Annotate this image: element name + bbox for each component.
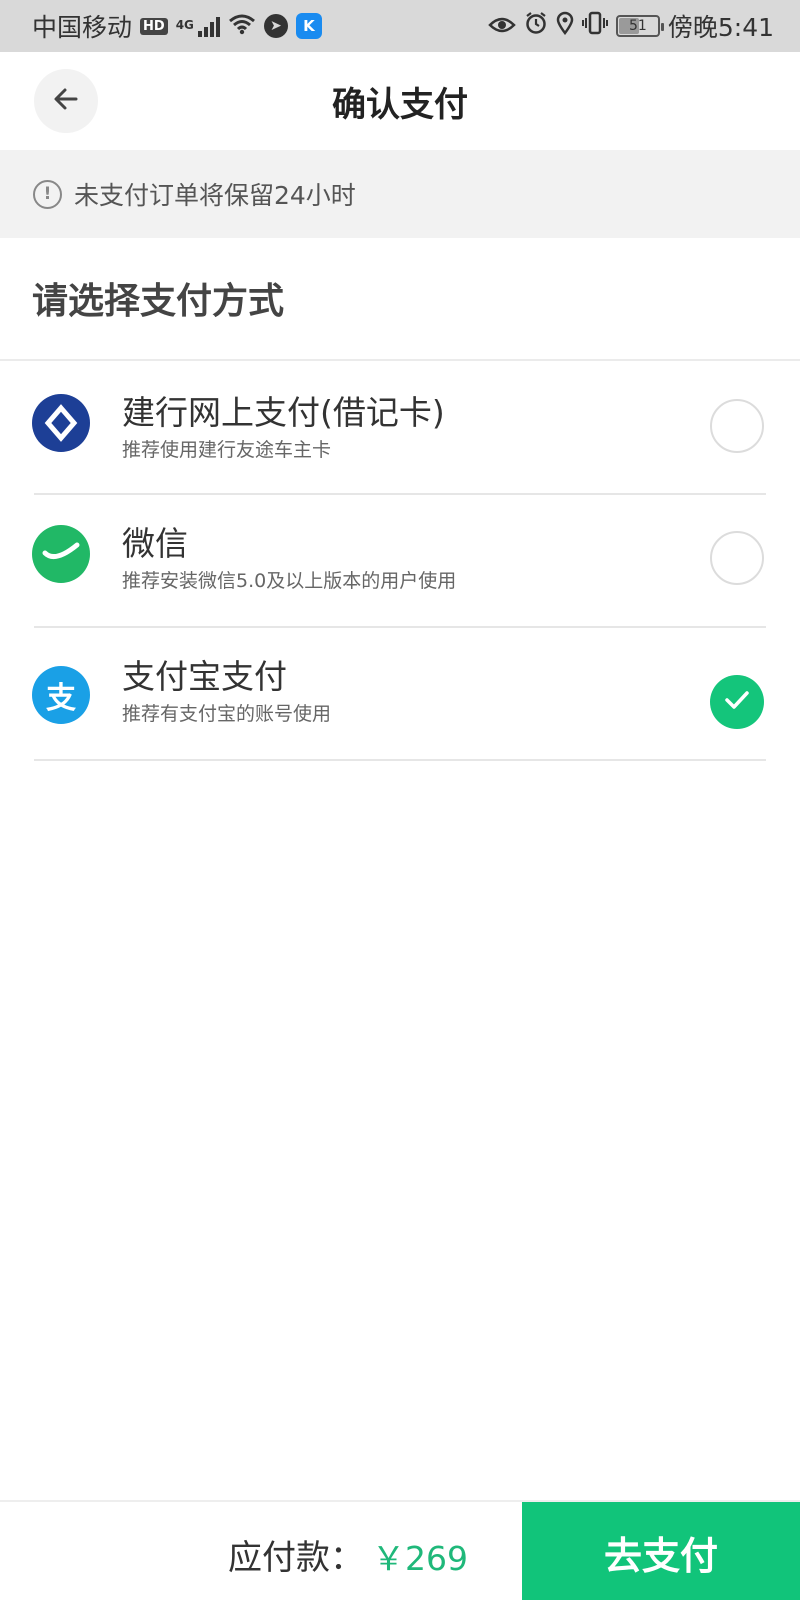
section-divider <box>0 359 800 361</box>
network-type: 4G <box>175 18 194 32</box>
payment-option-alipay[interactable]: 支 支付宝支付 推荐有支付宝的账号使用 <box>0 628 800 760</box>
status-bar: 中国移动 HD 4G ➤ K 51 傍晚5:41 <box>0 0 800 52</box>
go-pay-button[interactable]: 去支付 <box>522 1502 800 1600</box>
payment-option-name: 支付宝支付 <box>122 657 287 696</box>
order-notice: ! 未支付订单将保留24小时 <box>0 150 800 238</box>
radio-wechat[interactable] <box>710 531 764 585</box>
location-arrow-icon: ➤ <box>263 14 288 38</box>
back-button[interactable] <box>34 69 98 133</box>
payment-option-ccb[interactable]: 建行网上支付(借记卡) 推荐使用建行友途车主卡 <box>0 362 800 494</box>
battery-icon: 51 <box>615 15 664 37</box>
clock-time: 傍晚5:41 <box>667 13 774 42</box>
ccb-logo-icon <box>32 394 90 452</box>
wechat-logo-icon <box>32 525 90 583</box>
carrier-name: 中国移动 <box>32 13 133 42</box>
wifi-icon <box>228 12 256 41</box>
eye-icon <box>488 12 516 41</box>
amount-due-value: ￥269 <box>372 1539 468 1578</box>
radio-ccb[interactable] <box>710 399 764 453</box>
radio-alipay-selected[interactable] <box>710 675 764 729</box>
k-app-icon: K <box>295 13 322 39</box>
signal-icon <box>197 15 220 37</box>
payment-option-name: 建行网上支付(借记卡) <box>122 393 445 432</box>
arrow-left-icon <box>52 85 80 117</box>
checkmark-icon <box>723 689 751 715</box>
amount-due-label: 应付款： <box>228 1538 364 1578</box>
alipay-logo-icon: 支 <box>32 666 90 724</box>
page-title: 确认支付 <box>332 84 468 125</box>
location-pin-icon <box>556 11 574 41</box>
payment-option-wechat[interactable]: 微信 推荐安装微信5.0及以上版本的用户使用 <box>0 495 800 627</box>
exclamation-icon: ! <box>33 179 62 209</box>
vibrate-icon <box>581 11 608 41</box>
item-divider <box>34 759 766 761</box>
payment-option-name: 微信 <box>122 524 188 563</box>
payment-method-heading: 请选择支付方式 <box>32 281 285 322</box>
hd-badge: HD <box>140 17 168 35</box>
bottom-pay-bar: 应付款： ￥269 去支付 <box>0 1500 800 1600</box>
payment-option-desc: 推荐使用建行友途车主卡 <box>122 439 332 461</box>
notice-text: 未支付订单将保留24小时 <box>74 181 356 210</box>
payment-option-desc: 推荐有支付宝的账号使用 <box>122 703 332 725</box>
alarm-icon <box>524 11 548 41</box>
battery-level: 51 <box>628 18 647 34</box>
top-nav-bar: 确认支付 <box>0 52 800 150</box>
payment-option-desc: 推荐安装微信5.0及以上版本的用户使用 <box>122 570 457 592</box>
